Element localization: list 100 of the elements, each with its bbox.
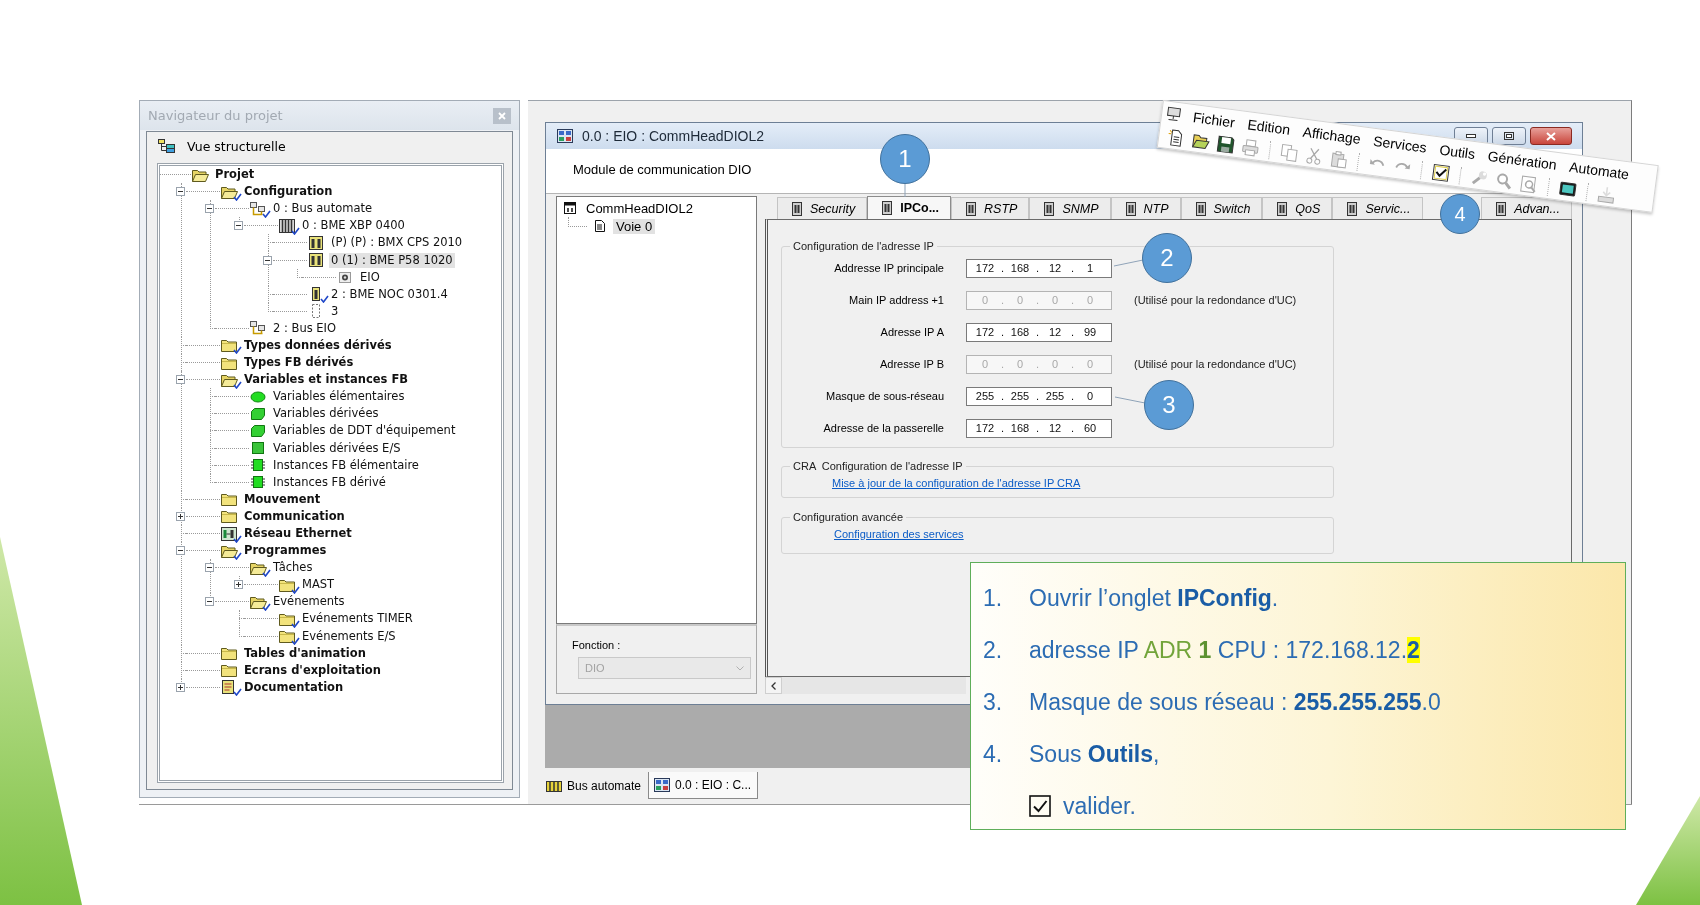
tree-item[interactable]: Variables de DDT d'équipement [271,423,458,439]
ip-address-field[interactable]: 172 . 168 . 12 . 99 [966,322,1112,342]
checkbox-icon[interactable] [1430,162,1452,183]
tree-item[interactable]: Mouvement [242,491,323,507]
tree-item[interactable]: 0 : BME XBP 0400 [300,218,407,234]
ip-address-field[interactable]: 172 . 168 . 12 . 60 [966,418,1112,438]
tab[interactable]: Switch [1180,197,1263,219]
expand-icon[interactable] [176,682,185,692]
tree-item[interactable]: 0 : Bus automate [271,201,375,217]
network-bus-icon [249,200,267,217]
collapse-icon[interactable] [176,546,185,556]
chevron-left-icon [771,681,776,690]
step-number: 2. [983,636,1004,664]
collapse-icon[interactable] [263,255,272,265]
folder-icon [220,645,238,662]
group-title: Configuration avancée [792,511,905,523]
menu-item[interactable]: Fichier [1192,108,1236,130]
folder-icon [278,628,296,645]
tree-item[interactable]: Voie 0 [613,218,656,234]
module-icon [563,201,577,215]
tree-item[interactable]: Ecrans d'exploitation [242,662,383,678]
tree-item[interactable]: (P) (P) : BMX CPS 2010 [329,235,465,251]
tree-item[interactable]: Documentation [242,679,346,695]
collapse-icon[interactable] [176,187,185,197]
tab[interactable]: QoS [1262,197,1333,219]
collapse-icon[interactable] [205,597,214,607]
tree-item[interactable]: EIO [358,269,382,285]
tab[interactable]: SNMP [1029,197,1111,219]
block-icon [249,422,267,439]
close-button[interactable] [1530,127,1572,145]
collapse-icon[interactable] [205,563,214,573]
tab[interactable]: Servic... [1332,197,1423,219]
maximize-button[interactable] [1492,127,1526,145]
menu-item[interactable]: Outils [1438,141,1477,162]
config-link[interactable]: Configuration des services [834,528,964,540]
collapse-icon[interactable] [234,221,243,231]
group-title: Configuration de l'adresse IP [792,240,935,252]
leader-line [1115,396,1145,404]
ip-address-field[interactable]: 255 . 255 . 255 . 0 [966,386,1112,406]
field-label: Adresse IP B [880,358,944,370]
tree-item[interactable]: Configuration [242,184,335,200]
tree-item[interactable]: Projet [213,167,257,183]
tree-item[interactable]: Variables et instances FB [242,372,411,388]
minimize-icon [1466,134,1476,138]
maximize-icon [1504,132,1514,140]
tree-item[interactable]: 0 (1) : BME P58 1020 [329,252,455,268]
collapse-icon[interactable] [205,204,214,214]
tree-item[interactable]: 3 [329,303,341,319]
tree-item[interactable]: Evénements E/S [300,628,398,644]
tree-item[interactable]: MAST [300,577,337,593]
tree-item[interactable]: Réseau Ethernet [242,526,354,541]
folder-icon [220,337,238,354]
computer-icon [1165,105,1183,123]
folder-icon [278,611,296,627]
tree-item[interactable]: 2 : BME NOC 0301.4 [329,286,450,302]
monitor-icon[interactable] [1557,179,1578,200]
expand-icon[interactable] [176,511,185,521]
tree-item[interactable]: CommHeadDIOL2 [583,200,696,216]
tree-item[interactable]: Variables élémentaires [271,389,407,405]
step-number: 1. [983,584,1004,612]
document-tab[interactable]: 0.0 : EIO : C... [648,772,759,799]
module-icon [556,128,574,144]
network-icon [220,525,238,542]
tree-item[interactable]: Instances FB élémentaire [271,457,421,473]
menu-item[interactable]: Edition [1246,115,1292,138]
tab[interactable]: IPCo... [867,196,952,219]
tree-item[interactable]: Tables d'animation [242,645,368,661]
step-number: 3. [983,688,1004,716]
note-step: valider. [1063,792,1136,820]
tree-item[interactable]: Variables dérivées [271,406,381,422]
tree-item[interactable]: Types FB dérivés [242,355,356,371]
menu-item[interactable]: Services [1372,132,1428,156]
group-title: CRA Configuration de l'adresse IP [792,460,964,472]
view-label: Vue structurelle [187,138,286,154]
tree-item[interactable]: 2 : Bus EIO [271,320,339,336]
tree-item[interactable]: Variables dérivées E/S [271,440,403,456]
tab[interactable]: NTP [1110,197,1181,219]
tree-item[interactable]: Evénements [271,594,347,610]
step-number: 4. [983,740,1004,768]
note-step: Ouvrir l’onglet IPConfig. [1029,584,1279,612]
tree-item[interactable]: Tâches [271,560,315,576]
ip-address-field[interactable]: 172 . 168 . 12 . 1 [966,258,1112,278]
tree-item[interactable]: Communication [242,508,347,524]
config-link[interactable]: Mise à jour de la configuration de l'adresse IP CRA [832,477,1081,489]
folder-icon [220,662,238,679]
tab[interactable]: RSTP [951,197,1030,219]
tree-item[interactable]: Types données dérivés [242,338,394,353]
collapse-icon[interactable] [176,375,185,385]
network-bus-icon [249,320,267,337]
document-tab[interactable]: Bus automate [540,772,649,799]
field-note: (Utilisé pour la redondance d'UC) [1134,358,1298,370]
tree-item[interactable]: Evénements TIMER [300,611,415,627]
tab[interactable]: Advan... [1481,197,1572,219]
scroll-left-button[interactable] [765,677,782,694]
module-icon [307,234,325,251]
folder-icon [220,508,238,525]
tree-item[interactable]: Programmes [242,543,329,559]
tab[interactable]: Security [777,197,868,219]
expand-icon[interactable] [234,580,243,590]
tree-item[interactable]: Instances FB dérivé [271,474,388,490]
